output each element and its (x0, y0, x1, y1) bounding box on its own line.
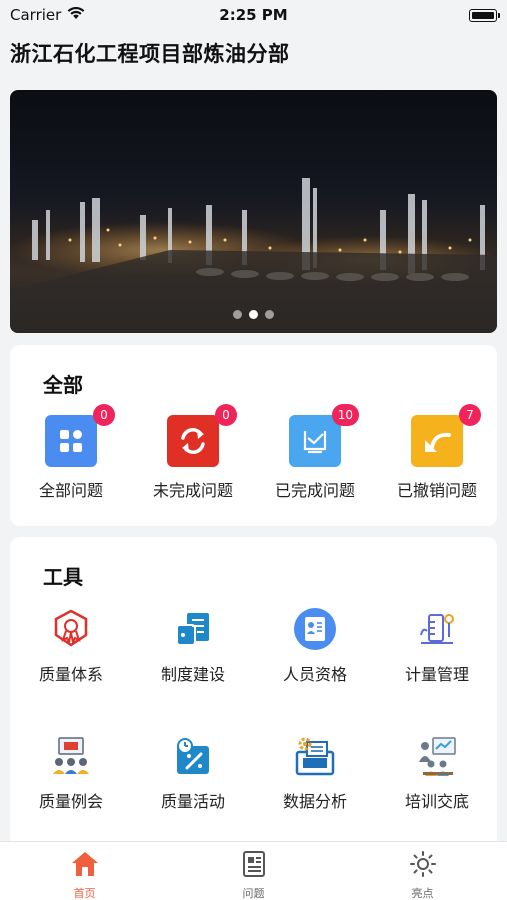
tools-card: 工具 质量体系 制度建设 人员资格 计量管理 质量例会 质量活动 数据分析 培训… (10, 537, 497, 857)
tool-label: 数据分析 (282, 792, 347, 811)
data-analysis-icon (293, 734, 337, 778)
revoked-issues-label: 已撤销问题 (396, 481, 477, 500)
newspaper-icon (239, 850, 269, 882)
id-card-icon (293, 607, 337, 651)
sun-icon (408, 850, 438, 882)
tab-issues[interactable]: 问题 (169, 842, 338, 900)
count-badge: 7 (459, 404, 481, 426)
tool-measurement-management[interactable]: 计量管理 (376, 607, 498, 685)
unfinished-issues-item[interactable]: 0 未完成问题 (132, 404, 254, 501)
banner-image (10, 178, 497, 333)
section-title-all: 全部 (43, 373, 83, 397)
tool-quality-meeting[interactable]: 质量例会 (10, 734, 132, 812)
activity-timer-icon (171, 734, 215, 778)
inbox-check-icon: 10 (289, 404, 359, 467)
count-badge: 10 (331, 404, 359, 426)
count-badge: 0 (93, 404, 115, 426)
carousel-dots[interactable] (10, 310, 497, 319)
banner-carousel[interactable] (10, 90, 497, 333)
tool-data-analysis[interactable]: 数据分析 (254, 734, 376, 812)
tab-label: 问题 (242, 887, 265, 900)
tool-label: 质量例会 (38, 792, 103, 811)
tool-label: 质量活动 (160, 792, 225, 811)
document-stack-icon (171, 607, 215, 651)
home-icon (70, 850, 100, 882)
grid-icon: 0 (45, 404, 115, 467)
unfinished-issues-label: 未完成问题 (152, 481, 233, 500)
all-issues-item[interactable]: 0 全部问题 (10, 404, 132, 501)
measurement-icon (415, 607, 459, 651)
carousel-dot[interactable] (265, 310, 274, 319)
all-issues-label: 全部问题 (38, 481, 103, 500)
tab-label: 亮点 (411, 887, 434, 900)
count-badge: 0 (215, 404, 237, 426)
refresh-arrows-icon: 0 (167, 404, 237, 467)
carousel-dot-active[interactable] (249, 310, 258, 319)
tab-highlights[interactable]: 亮点 (338, 842, 507, 900)
tool-label: 计量管理 (404, 665, 469, 684)
training-icon (415, 734, 459, 778)
tool-training-briefing[interactable]: 培训交底 (376, 734, 498, 812)
section-title-tools: 工具 (43, 565, 83, 589)
page-title: 浙江石化工程项目部炼油分部 (10, 42, 290, 66)
tool-label: 质量体系 (38, 665, 103, 684)
tool-label: 人员资格 (282, 665, 347, 684)
tool-quality-activity[interactable]: 质量活动 (132, 734, 254, 812)
revoked-issues-item[interactable]: 7 已撤销问题 (376, 404, 498, 501)
undo-arrow-icon: 7 (411, 404, 481, 467)
all-issues-card: 全部 0 全部问题 0 未完成问题 10 已完成问题 7 已撤销问题 (10, 345, 497, 526)
completed-issues-item[interactable]: 10 已完成问题 (254, 404, 376, 501)
tool-label: 制度建设 (160, 665, 225, 684)
bottom-tab-bar: 首页 问题 亮点 (0, 841, 507, 900)
tab-label: 首页 (73, 887, 96, 900)
tool-regulation-building[interactable]: 制度建设 (132, 607, 254, 685)
award-badge-icon (49, 607, 93, 651)
tab-home[interactable]: 首页 (0, 842, 169, 900)
tool-quality-system[interactable]: 质量体系 (10, 607, 132, 685)
completed-issues-label: 已完成问题 (274, 481, 355, 500)
tool-label: 培训交底 (404, 792, 469, 811)
meeting-icon (49, 734, 93, 778)
tool-personnel-qualification[interactable]: 人员资格 (254, 607, 376, 685)
carousel-dot[interactable] (233, 310, 242, 319)
status-bar: Carrier 2:25 PM (0, 0, 507, 30)
battery-icon (469, 8, 500, 22)
clock: 2:25 PM (219, 6, 288, 24)
